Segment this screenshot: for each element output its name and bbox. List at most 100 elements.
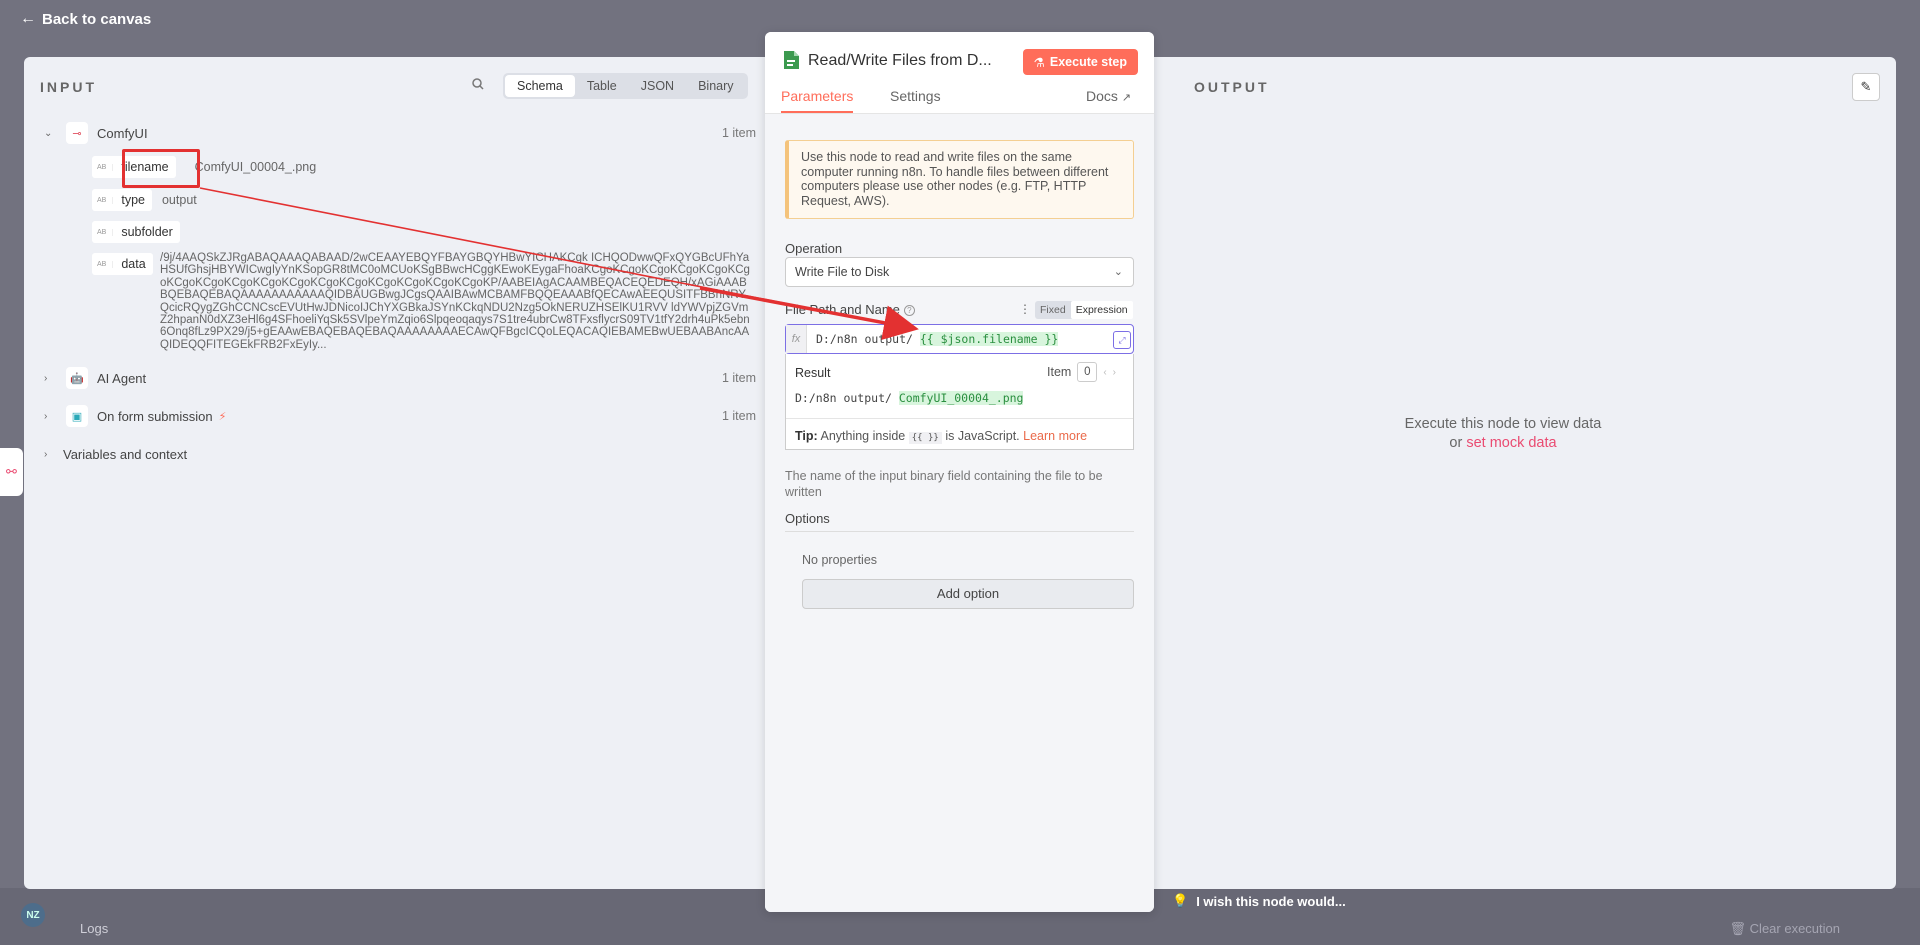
chevron-down-icon[interactable]: ⌄	[44, 128, 58, 139]
item-count: 1 item	[721, 409, 756, 423]
tip-text-after: is JavaScript.	[945, 429, 1020, 443]
chevron-right-icon[interactable]: ›	[44, 411, 58, 422]
file-path-label: File Path and Name?	[785, 302, 915, 317]
set-mock-data-link[interactable]: set mock data	[1466, 435, 1556, 451]
string-type-icon: AB	[97, 163, 114, 171]
chevron-left-icon[interactable]: ‹	[1103, 367, 1106, 378]
field-type[interactable]: AB type output	[92, 189, 197, 211]
result-plain: D:/n8n output/	[795, 391, 899, 405]
node-row-ai-agent[interactable]: › 🤖 AI Agent 1 item	[44, 367, 756, 389]
field-data[interactable]: AB data	[92, 253, 153, 275]
modal-header: Read/Write Files from D... ⚗ Execute ste…	[765, 32, 1154, 114]
field-value: ComfyUI_00004_.png	[194, 160, 317, 174]
item-index-input[interactable]: 0	[1077, 362, 1098, 382]
docs-label: Docs	[1086, 88, 1118, 104]
pencil-icon: ✎	[1860, 79, 1872, 94]
item-count: 1 item	[721, 126, 756, 140]
feedback-prompt[interactable]: 💡 I wish this node would...	[1172, 893, 1346, 909]
result-resolved: ComfyUI_00004_.png	[898, 391, 1024, 405]
robot-icon: 🤖	[66, 367, 88, 389]
data-field-value: /9j/4AAQSkZJRgABAQAAAQABAAD/2wCEAAYEBQYF…	[160, 252, 750, 351]
string-type-icon: AB	[97, 260, 114, 268]
empty-message-line: Execute this node to view data	[1404, 416, 1602, 432]
node-title[interactable]: Read/Write Files from D...	[808, 52, 992, 70]
help-icon[interactable]: ?	[903, 305, 915, 316]
chevron-right-icon[interactable]: ›	[1113, 367, 1116, 378]
operation-value: Write File to Disk	[795, 265, 890, 279]
trigger-bolt-icon: ⚡	[218, 410, 227, 423]
logs-label[interactable]: Logs	[80, 921, 108, 936]
node-row-comfyui[interactable]: ⌄ ⊸ ComfyUI 1 item	[44, 122, 756, 144]
add-option-button[interactable]: Add option	[802, 579, 1134, 609]
docs-link[interactable]: Docs ↗	[1086, 88, 1131, 111]
tab-json[interactable]: JSON	[629, 75, 686, 97]
field-key: type	[121, 193, 145, 207]
tab-parameters[interactable]: Parameters	[781, 88, 854, 113]
search-icon[interactable]	[471, 77, 487, 93]
output-pane: OUTPUT ✎	[1154, 57, 1896, 889]
comfyui-node-icon: ⊸	[66, 122, 88, 144]
user-avatar[interactable]: NZ	[21, 903, 45, 927]
file-path-label-text: File Path and Name	[785, 302, 900, 317]
side-panel-toggle[interactable]: ⚯	[0, 448, 23, 496]
item-label: Item	[1047, 365, 1072, 379]
expand-editor-icon[interactable]: ⤢	[1113, 331, 1131, 349]
options-label: Options	[785, 511, 1134, 532]
node-parameters-modal: Read/Write Files from D... ⚗ Execute ste…	[765, 32, 1154, 912]
back-to-canvas-label: Back to canvas	[42, 10, 152, 28]
mode-fixed[interactable]: Fixed	[1035, 301, 1071, 319]
learn-more-link[interactable]: Learn more	[1023, 429, 1087, 443]
tab-table[interactable]: Table	[575, 75, 629, 97]
item-selector: Item 0 ‹ ›	[1047, 362, 1116, 382]
fx-icon: fx	[786, 325, 807, 353]
chevron-right-icon[interactable]: ›	[44, 449, 58, 460]
variables-and-context-row[interactable]: › Variables and context	[44, 444, 756, 464]
field-subfolder[interactable]: AB subfolder	[92, 221, 180, 243]
view-mode-tabs: Schema Table JSON Binary	[503, 73, 748, 99]
output-title: OUTPUT	[1194, 79, 1270, 95]
input-pane: INPUT Schema Table JSON Binary ⌄ ⊸ Comfy…	[24, 57, 766, 889]
no-properties-text: No properties	[802, 553, 878, 567]
expression-plain: D:/n8n output/	[816, 332, 920, 346]
arrow-left-icon: ←	[20, 10, 36, 27]
expression-result-box: Result Item 0 ‹ › D:/n8n output/ ComfyUI…	[785, 354, 1134, 450]
back-to-canvas-link[interactable]: ← Back to canvas	[20, 10, 151, 28]
field-value: output	[161, 193, 197, 207]
input-title: INPUT	[40, 79, 97, 95]
connections-icon: ⚯	[6, 464, 17, 479]
output-empty-message: Execute this node to view data or set mo…	[1132, 415, 1874, 453]
node-name: ComfyUI	[97, 125, 148, 141]
more-options-icon[interactable]: ⋮	[1019, 302, 1031, 316]
field-key: subfolder	[121, 225, 173, 239]
file-path-expression-input[interactable]: fx D:/n8n output/ {{ $json.filename }} ⤢	[785, 324, 1134, 354]
lightbulb-icon: 💡	[1172, 893, 1189, 908]
tab-schema[interactable]: Schema	[505, 75, 575, 97]
field-pill[interactable]: AB data	[92, 253, 153, 275]
binary-field-description: The name of the input binary field conta…	[785, 469, 1103, 499]
tab-binary[interactable]: Binary	[686, 75, 745, 97]
fixed-expression-toggle: Fixed Expression	[1035, 301, 1133, 319]
clear-execution-button[interactable]: 🗑 Clear execution	[1730, 921, 1840, 937]
info-notice: Use this node to read and write files on…	[785, 140, 1134, 219]
expression-variable: {{ $json.filename }}	[919, 332, 1059, 346]
empty-message-or: or	[1449, 435, 1463, 451]
item-count: 1 item	[721, 371, 756, 385]
file-node-icon	[784, 51, 799, 69]
chevron-right-icon[interactable]: ›	[44, 373, 58, 384]
external-link-icon: ↗	[1121, 92, 1132, 104]
edit-output-button[interactable]: ✎	[1852, 73, 1880, 101]
annotation-highlight-box	[122, 149, 200, 188]
node-row-form-submission[interactable]: › ▣ On form submission ⚡ 1 item	[44, 405, 756, 427]
clear-execution-label: Clear execution	[1749, 921, 1840, 936]
mode-expression[interactable]: Expression	[1070, 301, 1133, 319]
operation-select[interactable]: Write File to Disk ⌄	[785, 257, 1134, 287]
tab-settings[interactable]: Settings	[890, 88, 941, 111]
field-pill[interactable]: AB subfolder	[92, 221, 180, 243]
form-icon: ▣	[66, 405, 88, 427]
field-pill[interactable]: AB type	[92, 189, 152, 211]
feedback-label: I wish this node would...	[1196, 893, 1346, 909]
execute-step-label: Execute step	[1049, 55, 1127, 69]
string-type-icon: AB	[97, 228, 114, 236]
execute-step-button[interactable]: ⚗ Execute step	[1022, 49, 1138, 75]
flask-icon: ⚗	[1033, 55, 1045, 70]
